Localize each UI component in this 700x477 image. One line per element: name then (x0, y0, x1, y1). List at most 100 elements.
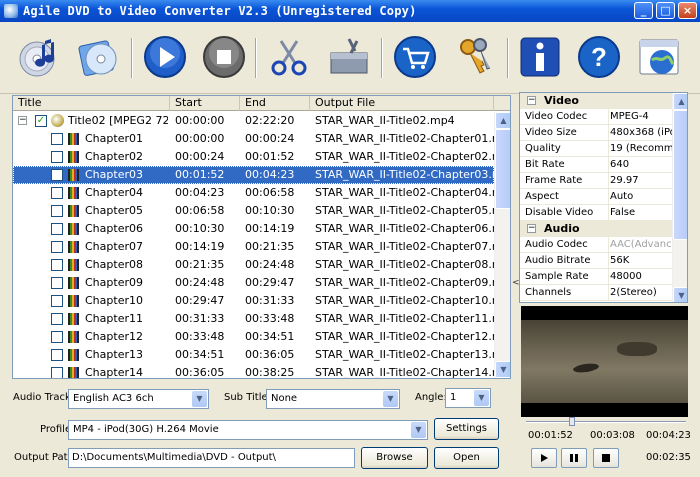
property-row[interactable]: Frame Rate 29.97 (520, 173, 672, 189)
title-list[interactable]: Title Start End Output File − ✓ Title02 … (12, 95, 511, 379)
settings-button[interactable]: Settings (434, 418, 499, 440)
title-row[interactable]: − ✓ Title02 [MPEG2 720... 00:00:00 02:22… (13, 112, 494, 130)
property-row[interactable]: Video Codec MPEG-4 (520, 109, 672, 125)
chapter-checkbox[interactable] (51, 349, 63, 361)
chapter-checkbox[interactable] (51, 187, 63, 199)
toolbox-icon[interactable] (326, 34, 372, 80)
column-output-file[interactable]: Output File (310, 96, 494, 111)
shopping-cart-icon[interactable] (392, 34, 438, 80)
seek-slider[interactable] (526, 417, 686, 426)
help-icon[interactable]: ? (576, 34, 622, 80)
info-icon[interactable] (517, 34, 563, 80)
play-button[interactable] (531, 448, 557, 468)
dropdown-arrow-icon[interactable]: ▼ (192, 391, 207, 407)
chapter-row[interactable]: Chapter04 00:04:23 00:06:58 STAR_WAR_II-Tit… (13, 184, 510, 202)
dvd-disc-icon[interactable] (76, 34, 122, 80)
property-row[interactable]: Quality19 (Recommen (520, 141, 672, 157)
web-browser-icon[interactable] (636, 34, 682, 80)
chapter-checkbox[interactable] (51, 331, 63, 343)
title-checkbox[interactable]: ✓ (35, 115, 47, 127)
music-cd-icon[interactable] (16, 34, 62, 80)
angle-select[interactable]: 1 ▼ (445, 388, 491, 408)
chapter-checkbox[interactable] (51, 241, 63, 253)
collapse-icon[interactable]: − (18, 116, 27, 125)
scroll-up-button[interactable]: ▲ (495, 112, 510, 129)
audio-track-select[interactable]: English AC3 6ch ▼ (68, 389, 209, 409)
chapter-checkbox[interactable] (51, 169, 63, 181)
film-strip-icon (68, 367, 79, 378)
chapter-checkbox[interactable] (51, 367, 63, 378)
stop-icon[interactable] (201, 34, 247, 80)
restore-button[interactable]: □ (656, 2, 675, 19)
property-row[interactable]: Sample Rate 48000 (520, 269, 672, 285)
seek-thumb[interactable] (569, 417, 575, 426)
video-preview (521, 306, 688, 417)
play-icon[interactable] (142, 34, 188, 80)
chapter-row[interactable]: Chapter09 00:24:48 00:29:47 STAR_WAR_II-Tit… (13, 274, 510, 292)
properties-scrollbar[interactable]: ▲ ▼ (672, 93, 687, 302)
chapter-checkbox[interactable] (51, 223, 63, 235)
props-scroll-thumb[interactable] (673, 110, 687, 240)
scroll-thumb[interactable] (495, 129, 510, 209)
chapter-row[interactable]: Chapter13 00:34:51 00:36:05 STAR_WAR_II-Tit… (13, 346, 510, 364)
dropdown-arrow-icon[interactable]: ▼ (411, 422, 426, 438)
close-button[interactable]: × (678, 2, 697, 19)
property-row[interactable]: Bit Rate 640 (520, 157, 672, 173)
film-strip-icon (68, 223, 79, 235)
chapter-row[interactable]: Chapter14 00:36:05 00:38:25 STAR_WAR_II-Tit… (13, 364, 510, 378)
chapter-row[interactable]: Chapter06 00:10:30 00:14:19 STAR_WAR_II-Tit… (13, 220, 510, 238)
keys-icon[interactable] (452, 34, 498, 80)
film-strip-icon (68, 331, 79, 343)
browse-button[interactable]: Browse (361, 447, 428, 469)
props-scroll-up[interactable]: ▲ (673, 93, 687, 110)
chapter-checkbox[interactable] (51, 313, 63, 325)
list-scrollbar[interactable]: ▲ ▼ (494, 112, 510, 378)
output-path-field[interactable]: D:\Documents\Multimedia\DVD - Output\ (68, 448, 355, 468)
minimize-button[interactable]: _ (634, 2, 653, 19)
film-strip-icon (68, 169, 79, 181)
property-row[interactable]: Aspect Auto (520, 189, 672, 205)
column-end[interactable]: End (240, 96, 310, 111)
open-button[interactable]: Open (434, 447, 499, 469)
stop-button[interactable] (593, 448, 619, 468)
property-row[interactable]: Audio Codec AAC(Advance (520, 237, 672, 253)
scissors-icon[interactable] (266, 34, 312, 80)
property-row[interactable]: Disable Video False (520, 205, 672, 221)
chapter-checkbox[interactable] (51, 277, 63, 289)
film-strip-icon (68, 295, 79, 307)
chapter-checkbox[interactable] (51, 151, 63, 163)
property-row[interactable]: Channels 2(Stereo) (520, 285, 672, 301)
chapter-row[interactable]: Chapter05 00:06:58 00:10:30 STAR_WAR_II-Tit… (13, 202, 510, 220)
chapter-row[interactable]: Chapter01 00:00:00 00:00:24 STAR_WAR_II-Tit… (13, 130, 510, 148)
chapter-row[interactable]: Chapter03 00:01:52 00:04:23 STAR_WAR_II-Tit… (13, 166, 510, 184)
chapter-checkbox[interactable] (51, 295, 63, 307)
chapter-checkbox[interactable] (51, 259, 63, 271)
chapter-row[interactable]: Chapter08 00:21:35 00:24:48 STAR_WAR_II-Tit… (13, 256, 510, 274)
pause-button[interactable] (561, 448, 587, 468)
film-strip-icon (68, 313, 79, 325)
seek-track (526, 421, 686, 423)
chapter-row[interactable]: Chapter07 00:14:19 00:21:35 STAR_WAR_II-Tit… (13, 238, 510, 256)
property-row[interactable]: Video Size480x368 (iPod (520, 125, 672, 141)
chapter-checkbox[interactable] (51, 133, 63, 145)
props-scroll-down[interactable]: ▼ (673, 287, 687, 302)
subtitle-select[interactable]: None ▼ (266, 389, 400, 409)
chapter-row[interactable]: Chapter02 00:00:24 00:01:52 STAR_WAR_II-Tit… (13, 148, 510, 166)
chapter-row[interactable]: Chapter11 00:31:33 00:33:48 STAR_WAR_II-Tit… (13, 310, 510, 328)
profile-select[interactable]: MP4 - iPod(30G) H.264 Movie ▼ (68, 420, 428, 440)
scroll-down-button[interactable]: ▼ (495, 361, 510, 378)
chapter-row[interactable]: Chapter10 00:29:47 00:31:33 STAR_WAR_II-Tit… (13, 292, 510, 310)
chapter-row[interactable]: Chapter12 00:33:48 00:34:51 STAR_WAR_II-Tit… (13, 328, 510, 346)
film-strip-icon (68, 259, 79, 271)
list-header: Title Start End Output File (13, 96, 510, 111)
dropdown-arrow-icon[interactable]: ▼ (474, 390, 489, 406)
video-category[interactable]: − Video (520, 93, 672, 109)
properties-panel[interactable]: − Video Video Codec MPEG-4 Video Size 480x36… (519, 92, 688, 303)
column-start[interactable]: Start (170, 96, 240, 111)
column-title[interactable]: Title (13, 96, 170, 111)
audio-category[interactable]: − Audio (520, 221, 672, 237)
chapter-checkbox[interactable] (51, 205, 63, 217)
title-bar[interactable]: Agile DVD to Video Converter V2.3 (Unreg… (0, 0, 700, 22)
property-row[interactable]: Audio Bitrate 56K (520, 253, 672, 269)
dropdown-arrow-icon[interactable]: ▼ (383, 391, 398, 407)
